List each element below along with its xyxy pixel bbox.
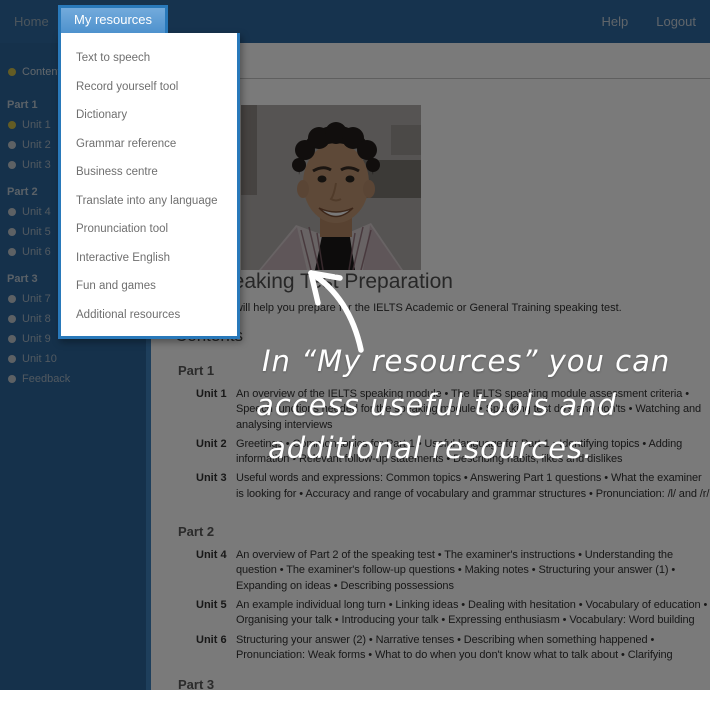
menu-item-pronunciation-tool[interactable]: Pronunciation tool: [61, 215, 237, 244]
menu-item-additional-resources[interactable]: Additional resources: [61, 301, 237, 330]
menu-item-grammar-reference[interactable]: Grammar reference: [61, 130, 237, 159]
tutorial-text-line-3: additional resources.: [268, 431, 593, 465]
my-resources-menu: Text to speech Record yourself tool Dict…: [58, 33, 240, 339]
tutorial-arrow-icon: [295, 258, 380, 358]
menu-item-record-yourself-tool[interactable]: Record yourself tool: [61, 73, 237, 102]
menu-item-fun-and-games[interactable]: Fun and games: [61, 272, 237, 301]
app-root: Home Help Logout Contents Part 1 Unit 1 …: [0, 0, 710, 690]
menu-item-interactive-english[interactable]: Interactive English: [61, 244, 237, 273]
tutorial-text-line-2: access useful tools and: [256, 388, 617, 422]
menu-item-business-centre[interactable]: Business centre: [61, 158, 237, 187]
menu-item-dictionary[interactable]: Dictionary: [61, 101, 237, 130]
tab-my-resources[interactable]: My resources: [58, 5, 168, 33]
menu-item-text-to-speech[interactable]: Text to speech: [61, 44, 237, 73]
menu-item-translate-into-any-language[interactable]: Translate into any language: [61, 187, 237, 216]
